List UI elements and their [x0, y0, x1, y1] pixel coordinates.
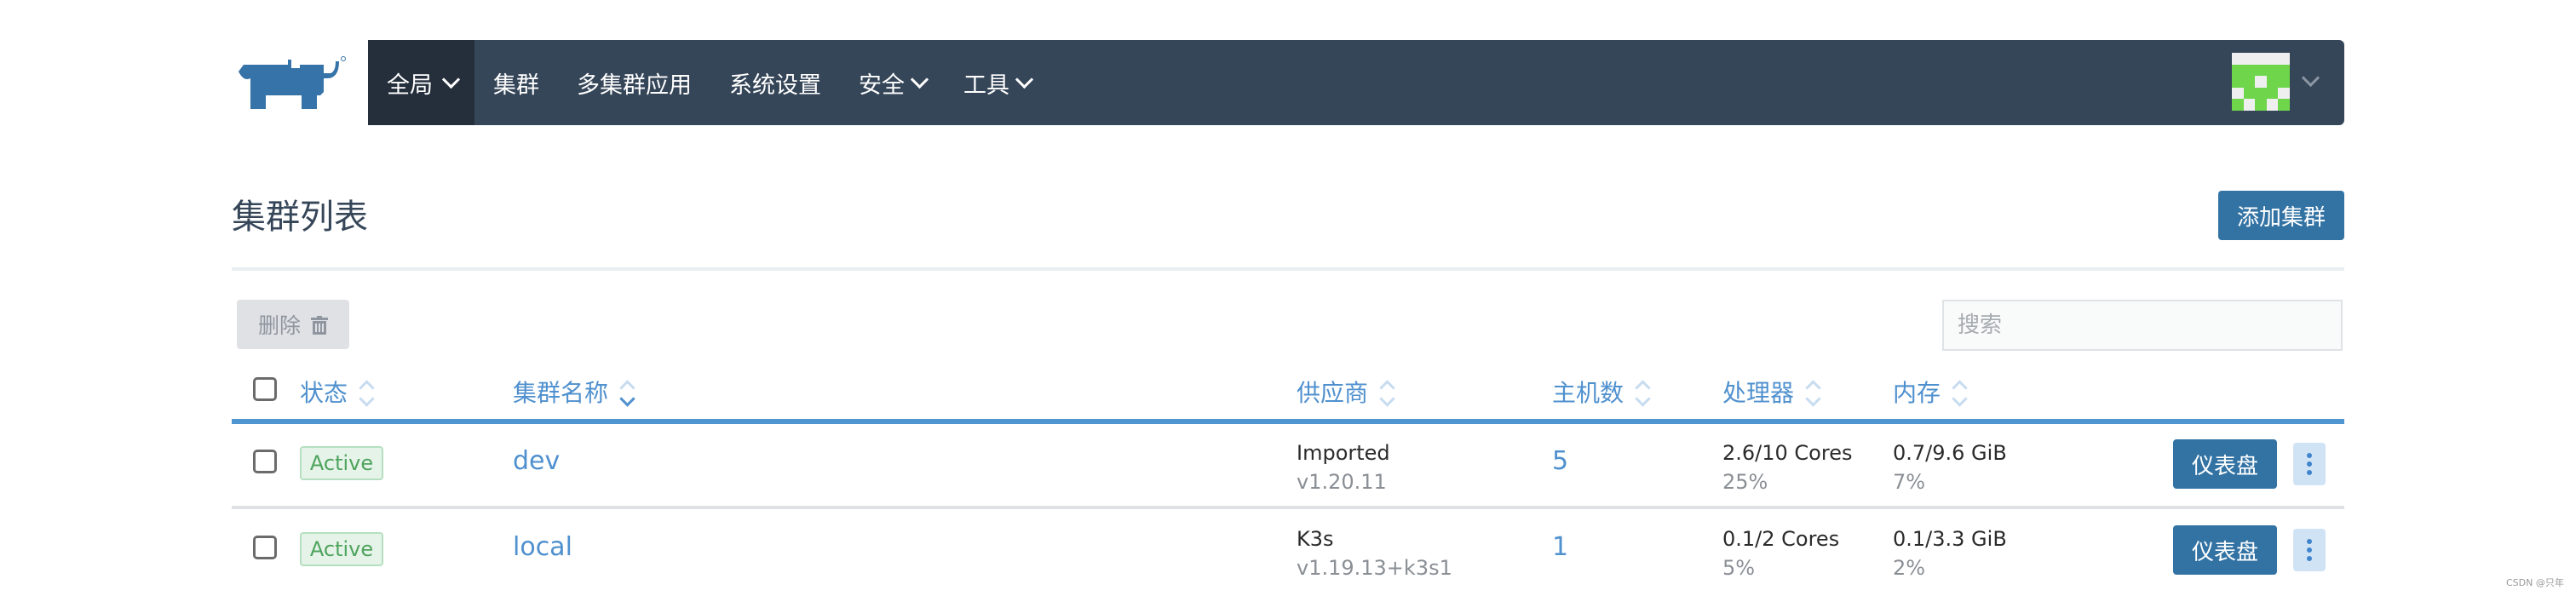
column-header-cpu[interactable]: 处理器	[1722, 375, 1821, 409]
column-header-name[interactable]: 集群名称	[513, 375, 635, 409]
avatar-pixel	[2266, 64, 2279, 77]
sort-icon	[1952, 379, 1968, 407]
sort-icon	[1635, 379, 1651, 407]
avatar-pixel	[2243, 53, 2256, 65]
avatar-pixel	[2266, 99, 2279, 111]
avatar-pixel	[2278, 76, 2290, 88]
nav-multi-cluster-apps[interactable]: 多集群应用	[558, 40, 710, 125]
avatar-pixel	[2255, 99, 2267, 111]
column-header-provider[interactable]: 供应商	[1297, 375, 1395, 409]
nav-tools-label: 工具	[963, 72, 1009, 99]
main-nav: 全局 集群 多集群应用 系统设置 安全 工具	[368, 40, 2344, 125]
avatar-pixel	[2232, 99, 2244, 111]
row-checkbox[interactable]	[253, 450, 277, 473]
nav-global-label: 全局	[387, 72, 433, 99]
avatar-pixel	[2243, 87, 2256, 100]
avatar-pixel	[2266, 76, 2279, 88]
chevron-down-icon	[910, 70, 929, 89]
page-title: 集群列表	[232, 198, 368, 237]
dashboard-button[interactable]: 仪表盘	[2173, 525, 2277, 575]
delete-label: 删除	[257, 313, 301, 338]
column-label: 处理器	[1722, 379, 1795, 407]
column-header-memory[interactable]: 内存	[1893, 375, 1968, 409]
nav-tools[interactable]: 工具	[945, 40, 1049, 125]
search-input[interactable]	[1942, 300, 2343, 351]
user-avatar[interactable]	[2232, 53, 2290, 111]
cluster-name-link[interactable]: local	[513, 532, 572, 562]
cpu-usage: 0.1/2 Cores	[1722, 527, 1840, 551]
avatar-pixel	[2266, 87, 2279, 100]
provider: Imported	[1297, 441, 1390, 465]
nav-clusters[interactable]: 集群	[474, 40, 558, 125]
column-label: 状态	[300, 379, 348, 407]
table-header-border	[232, 419, 2344, 424]
provider: K3s	[1297, 527, 1334, 551]
status-badge: Active	[300, 446, 383, 480]
add-cluster-button[interactable]: 添加集群	[2218, 191, 2344, 240]
nav-multi-cluster-apps-label: 多集群应用	[577, 72, 692, 99]
column-label: 集群名称	[513, 379, 609, 407]
nav-security[interactable]: 安全	[840, 40, 945, 125]
avatar-pixel	[2243, 76, 2256, 88]
memory-usage: 0.1/3.3 GiB	[1893, 527, 2007, 551]
cpu-percent: 5%	[1722, 556, 1756, 580]
column-label: 供应商	[1297, 379, 1369, 407]
column-label: 主机数	[1552, 379, 1624, 407]
avatar-pixel	[2255, 76, 2267, 88]
nav-settings-label: 系统设置	[729, 72, 821, 99]
dashboard-button[interactable]: 仪表盘	[2173, 439, 2277, 489]
status-badge: Active	[300, 532, 383, 566]
avatar-pixel	[2232, 64, 2244, 77]
avatar-pixel	[2255, 53, 2267, 65]
nav-global[interactable]: 全局	[368, 40, 474, 125]
nav-settings[interactable]: 系统设置	[710, 40, 840, 125]
chevron-down-icon	[441, 70, 461, 89]
host-count-link[interactable]: 5	[1552, 446, 1568, 476]
more-actions-icon[interactable]	[2293, 529, 2326, 571]
select-all-checkbox[interactable]	[253, 377, 277, 401]
avatar-pixel	[2232, 53, 2244, 65]
memory-percent: 7%	[1893, 470, 1926, 494]
avatar-pixel	[2243, 64, 2256, 77]
k8s-version: v1.20.11	[1297, 470, 1387, 494]
divider	[232, 267, 2344, 271]
avatar-pixel	[2232, 76, 2244, 88]
sort-icon	[359, 379, 375, 407]
watermark: CSDN @只年	[2506, 577, 2564, 588]
host-count-link[interactable]: 1	[1552, 532, 1568, 562]
rancher-logo[interactable]	[232, 53, 351, 112]
avatar-pixel	[2278, 64, 2290, 77]
delete-button[interactable]: 删除	[237, 300, 349, 349]
avatar-pixel	[2278, 87, 2290, 100]
k8s-version: v1.19.13+k3s1	[1297, 556, 1452, 580]
cluster-name-link[interactable]: dev	[513, 446, 560, 476]
sort-desc-icon	[619, 379, 635, 407]
cpu-usage: 2.6/10 Cores	[1722, 441, 1853, 465]
avatar-pixel	[2243, 99, 2256, 111]
more-actions-icon[interactable]	[2293, 443, 2326, 485]
sort-icon	[1805, 379, 1821, 407]
trash-icon	[311, 315, 328, 335]
memory-percent: 2%	[1893, 556, 1926, 580]
column-label: 内存	[1893, 379, 1941, 407]
row-checkbox[interactable]	[253, 536, 277, 559]
nav-clusters-label: 集群	[493, 72, 539, 99]
row-divider	[232, 506, 2344, 509]
avatar-pixel	[2232, 87, 2244, 100]
avatar-pixel	[2278, 53, 2290, 65]
cpu-percent: 25%	[1722, 470, 1768, 494]
column-header-status[interactable]: 状态	[300, 375, 375, 409]
memory-usage: 0.7/9.6 GiB	[1893, 441, 2007, 465]
avatar-pixel	[2255, 87, 2267, 100]
sort-icon	[1379, 379, 1395, 407]
column-header-hosts[interactable]: 主机数	[1552, 375, 1651, 409]
nav-security-label: 安全	[859, 72, 905, 99]
avatar-pixel	[2266, 53, 2279, 65]
avatar-pixel	[2255, 64, 2267, 77]
avatar-pixel	[2278, 99, 2290, 111]
chevron-down-icon	[1015, 70, 1034, 89]
